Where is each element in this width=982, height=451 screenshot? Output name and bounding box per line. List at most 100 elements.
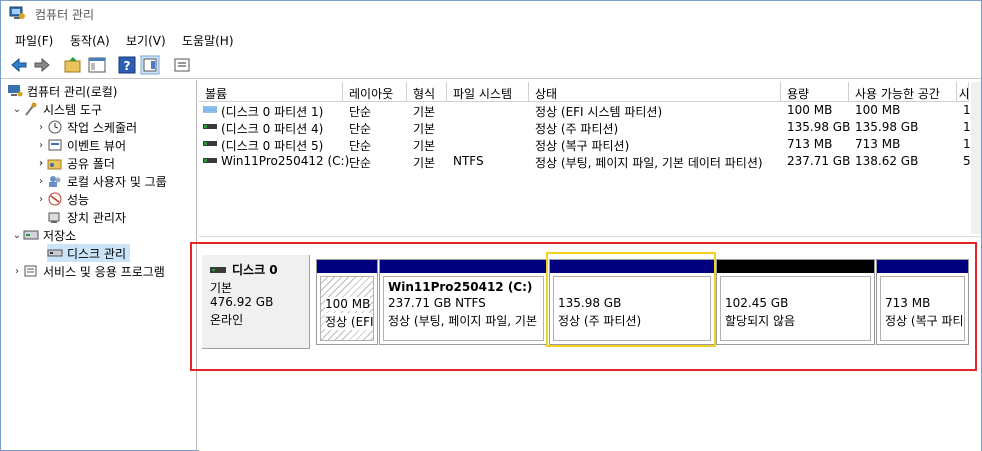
tree-item-task-scheduler[interactable]: › 작업 스케줄러 bbox=[35, 118, 137, 136]
volume-free: 138.62 GB bbox=[855, 154, 919, 168]
svg-text:?: ? bbox=[124, 59, 131, 73]
volume-type: 기본 bbox=[413, 139, 436, 153]
menu-bar: 파일(F) 동작(A) 보기(V) 도움말(H) bbox=[1, 29, 981, 49]
services-icon bbox=[24, 265, 37, 277]
volume-percent: 1 bbox=[963, 120, 971, 134]
performance-icon bbox=[48, 192, 62, 206]
volume-layout: 단순 bbox=[349, 122, 372, 136]
column-header-status[interactable]: 상태 bbox=[529, 82, 781, 102]
chevron-down-icon[interactable]: ⌄ bbox=[11, 104, 23, 115]
volume-icon bbox=[203, 154, 217, 168]
chevron-right-icon[interactable]: › bbox=[35, 194, 47, 205]
tree-label: 이벤트 뷰어 bbox=[67, 138, 127, 153]
shared-folder-icon bbox=[47, 159, 62, 170]
tree-item-services-applications[interactable]: › 서비스 및 응용 프로그램 bbox=[11, 262, 165, 280]
column-header-free-space[interactable]: 사용 가능한 공간 bbox=[849, 82, 957, 102]
console-tree: 컴퓨터 관리(로컬) ⌄ 시스템 도구 › 작업 스케줄러 › 이벤트 뷰어 ›… bbox=[1, 80, 197, 451]
properties-icon[interactable] bbox=[172, 55, 192, 75]
help-icon[interactable]: ? bbox=[117, 55, 137, 75]
tree-item-device-manager[interactable]: 장치 관리자 bbox=[47, 208, 126, 226]
volume-icon bbox=[203, 137, 217, 151]
forward-arrow-icon[interactable] bbox=[32, 55, 52, 75]
column-header-volume[interactable]: 볼륨 bbox=[199, 82, 343, 102]
volume-capacity: 713 MB bbox=[787, 137, 833, 151]
volume-free: 713 MB bbox=[855, 137, 901, 151]
column-header-capacity[interactable]: 용량 bbox=[781, 82, 849, 102]
clock-icon bbox=[48, 120, 62, 134]
computer-management-window: 컴퓨터 관리 파일(F) 동작(A) 보기(V) 도움말(H) ? 컴퓨터 관리… bbox=[0, 0, 982, 451]
up-folder-icon[interactable] bbox=[63, 55, 83, 75]
tree-label: 성능 bbox=[67, 192, 90, 207]
tree-label: 로컬 사용자 및 그룹 bbox=[67, 174, 167, 189]
chevron-right-icon[interactable]: › bbox=[35, 122, 47, 133]
tree-label: 시스템 도구 bbox=[43, 102, 103, 117]
column-header-percent[interactable]: 사 bbox=[957, 82, 969, 102]
volume-type: 기본 bbox=[413, 105, 436, 119]
show-action-pane-icon[interactable] bbox=[140, 55, 160, 75]
tree-label: 공유 폴더 bbox=[67, 156, 115, 171]
volume-percent: 5 bbox=[963, 154, 971, 168]
table-row[interactable]: (디스크 0 파티션 1) 단순 기본 정상 (EFI 시스템 파티션) 100… bbox=[199, 102, 971, 119]
chevron-right-icon[interactable]: › bbox=[35, 158, 47, 169]
volume-percent: 1 bbox=[963, 137, 971, 151]
volume-status: 정상 (주 파티션) bbox=[535, 122, 619, 136]
volume-layout: 단순 bbox=[349, 105, 372, 119]
table-row[interactable]: (디스크 0 파티션 5) 단순 기본 정상 (복구 파티션) 713 MB 7… bbox=[199, 136, 971, 153]
column-header-type[interactable]: 형식 bbox=[407, 82, 447, 102]
volume-type: 기본 bbox=[413, 122, 436, 136]
menu-file[interactable]: 파일(F) bbox=[15, 32, 53, 49]
volume-capacity: 135.98 GB bbox=[787, 120, 851, 134]
volume-layout: 단순 bbox=[349, 139, 372, 153]
volume-status: 정상 (복구 파티션) bbox=[535, 139, 630, 153]
menu-view[interactable]: 보기(V) bbox=[126, 32, 166, 49]
tree-item-local-users[interactable]: › 로컬 사용자 및 그룹 bbox=[35, 172, 167, 190]
yellow-highlight-box bbox=[546, 252, 716, 347]
chevron-right-icon[interactable]: › bbox=[11, 266, 23, 277]
chevron-right-icon[interactable]: › bbox=[35, 176, 47, 187]
tools-icon bbox=[25, 102, 37, 116]
tree-label: 작업 스케줄러 bbox=[67, 120, 138, 135]
volume-list-scrollbar[interactable] bbox=[971, 82, 981, 234]
title-bar: 컴퓨터 관리 bbox=[1, 1, 981, 27]
chevron-right-icon[interactable]: › bbox=[35, 140, 47, 151]
volume-percent: 1 bbox=[963, 103, 971, 117]
table-row[interactable]: Win11Pro250412 (C:) 단순 기본 NTFS 정상 (부팅, 페… bbox=[199, 153, 971, 170]
storage-icon bbox=[23, 230, 39, 240]
table-row[interactable]: (디스크 0 파티션 4) 단순 기본 정상 (주 파티션) 135.98 GB… bbox=[199, 119, 971, 136]
disk-management-icon bbox=[47, 249, 63, 257]
volume-name: (디스크 0 파티션 1) bbox=[221, 105, 324, 119]
tree-item-storage[interactable]: ⌄ 저장소 bbox=[11, 226, 76, 244]
column-header-filesystem[interactable]: 파일 시스템 bbox=[447, 82, 529, 102]
tree-item-shared-folders[interactable]: › 공유 폴더 bbox=[35, 154, 115, 172]
volume-icon bbox=[203, 120, 217, 134]
volume-capacity: 100 MB bbox=[787, 103, 833, 117]
tree-label: 장치 관리자 bbox=[67, 210, 127, 225]
volume-name: (디스크 0 파티션 5) bbox=[221, 139, 324, 153]
show-hide-console-tree-icon[interactable] bbox=[87, 55, 107, 75]
column-headers: 볼륨 레이아웃 형식 파일 시스템 상태 용량 사용 가능한 공간 사 bbox=[199, 82, 969, 102]
tree-item-system-tools[interactable]: ⌄ 시스템 도구 bbox=[11, 100, 102, 118]
volume-type: 기본 bbox=[413, 156, 436, 170]
menu-action[interactable]: 동작(A) bbox=[70, 32, 110, 49]
column-header-layout[interactable]: 레이아웃 bbox=[343, 82, 407, 102]
volume-free: 135.98 GB bbox=[855, 120, 919, 134]
computer-icon bbox=[8, 85, 23, 97]
chevron-down-icon[interactable]: ⌄ bbox=[11, 230, 23, 241]
volume-free: 100 MB bbox=[855, 103, 901, 117]
volume-name: (디스크 0 파티션 4) bbox=[221, 122, 324, 136]
volume-icon bbox=[203, 103, 217, 117]
pane-splitter[interactable] bbox=[199, 236, 981, 240]
users-icon bbox=[49, 176, 61, 187]
volume-status: 정상 (부팅, 페이지 파일, 기본 데이터 파티션) bbox=[535, 156, 763, 170]
volume-capacity: 237.71 GB bbox=[787, 154, 851, 168]
menu-help[interactable]: 도움말(H) bbox=[182, 32, 234, 49]
back-arrow-icon[interactable] bbox=[9, 55, 29, 75]
tree-item-disk-management[interactable]: 디스크 관리 bbox=[47, 244, 131, 262]
computer-management-icon bbox=[9, 6, 25, 19]
tree-item-performance[interactable]: › 성능 bbox=[35, 190, 89, 208]
tree-item-event-viewer[interactable]: › 이벤트 뷰어 bbox=[35, 136, 126, 154]
event-viewer-icon bbox=[48, 139, 62, 151]
toolbar: ? bbox=[1, 51, 981, 79]
volume-name: Win11Pro250412 (C:) bbox=[221, 154, 350, 168]
tree-item-computer-management[interactable]: 컴퓨터 관리(로컬) bbox=[7, 82, 117, 100]
